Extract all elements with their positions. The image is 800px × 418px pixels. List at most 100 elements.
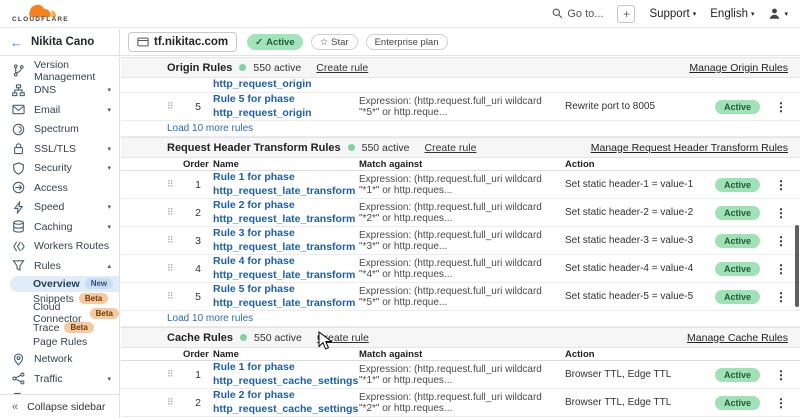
rule-action: Browser TTL, Edge TTL <box>565 397 697 408</box>
drag-handle-icon[interactable]: ⠿ <box>167 102 183 111</box>
rule-name-link[interactable]: Rule 4 for phase http_request_late_trans… <box>213 255 359 281</box>
drag-handle-icon[interactable]: ⠿ <box>167 398 183 407</box>
rule-match: Expression: (http.request.full_uri wildc… <box>359 230 565 252</box>
rule-match: Expression: (http.request.full_uri wildc… <box>359 258 565 280</box>
sidebar-item-access[interactable]: Access <box>0 178 119 198</box>
kebab-menu-icon[interactable]: ⋮ <box>770 234 792 248</box>
sidebar-item-label: Rules <box>34 260 61 272</box>
table-row: ⠿ 5 Rule 5 for phase http_request_origin… <box>121 93 800 121</box>
rule-order: 1 <box>183 369 213 381</box>
new-badge: New <box>85 278 113 289</box>
sidebar-item-page-rules[interactable]: Page Rules <box>0 335 119 350</box>
manage-cache-rules-link[interactable]: Manage Cache Rules <box>687 332 788 344</box>
table-row: ⠿ 2 Rule 2 for phase http_request_cache_… <box>121 389 800 417</box>
sidebar-item-spectrum[interactable]: Spectrum <box>0 120 119 140</box>
rule-name-line2: http_request_late_transform <box>213 269 359 282</box>
sidebar-item-rules[interactable]: Rules ▴ <box>0 256 119 276</box>
kebab-menu-icon[interactable]: ⋮ <box>770 178 792 192</box>
create-rule-link[interactable]: Create rule <box>317 332 369 344</box>
plan-label: Enterprise plan <box>375 37 439 48</box>
sidebar-item-cloud-connector[interactable]: Cloud Connector Beta <box>0 306 119 321</box>
column-match-against: Match against <box>359 349 565 360</box>
rule-name-line2: http_request_late_transform <box>213 241 359 254</box>
clipped-rule-row[interactable]: http_request_origin <box>121 78 800 93</box>
kebab-menu-icon[interactable]: ⋮ <box>770 262 792 276</box>
drag-handle-icon[interactable]: ⠿ <box>167 180 183 189</box>
chevron-down-icon: ▾ <box>107 203 111 211</box>
goto-search[interactable]: Go to... <box>552 8 603 20</box>
sidebar-item-label: Speed <box>34 201 64 213</box>
sidebar-item-workers-routes[interactable]: Workers Routes <box>0 237 119 257</box>
domain-status-badge: ✓ Active <box>247 34 302 50</box>
sidebar-item-ssl-tls[interactable]: SSL/TLS ▾ <box>0 139 119 159</box>
load-more-link[interactable]: Load 10 more rules <box>121 311 800 327</box>
rule-name-link[interactable]: Rule 3 for phase http_request_late_trans… <box>213 227 359 253</box>
rule-name-line2: http_request_cache_settings <box>213 375 359 388</box>
rule-name-line1: Rule 5 for phase <box>213 93 359 106</box>
rule-name-link[interactable]: Rule 5 for phase http_request_late_trans… <box>213 283 359 309</box>
table-row: ⠿ 1 Rule 1 for phase http_request_late_t… <box>121 171 800 199</box>
sidebar-item-label: Page Rules <box>33 336 87 348</box>
rule-name-line2: http_request_origin <box>213 107 359 120</box>
rule-name-link[interactable]: Rule 5 for phase http_request_origin <box>213 93 359 119</box>
kebab-menu-icon[interactable]: ⋮ <box>770 396 792 410</box>
drag-handle-icon[interactable]: ⠿ <box>167 264 183 273</box>
sidebar-item-label: SSL/TLS <box>34 143 76 155</box>
rule-order: 1 <box>183 179 213 191</box>
chevron-down-icon: ▾ <box>107 145 111 153</box>
vertical-scrollbar[interactable] <box>795 225 799 307</box>
create-rule-link[interactable]: Create rule <box>425 142 477 154</box>
rule-name-link[interactable]: Rule 2 for phase http_request_late_trans… <box>213 199 359 225</box>
sidebar-item-dns[interactable]: DNS ▾ <box>0 81 119 101</box>
drag-handle-icon[interactable]: ⠿ <box>167 208 183 217</box>
rule-name-link[interactable]: Rule 2 for phase http_request_cache_sett… <box>213 389 359 415</box>
chevron-up-icon: ▴ <box>107 262 111 270</box>
manage-request-header-transform-rules-link[interactable]: Manage Request Header Transform Rules <box>591 142 788 154</box>
rule-name-link[interactable]: http_request_origin <box>213 78 312 90</box>
collapse-sidebar-button[interactable]: « Collapse sidebar <box>0 394 119 418</box>
domain-selector[interactable]: tf.nikitac.com <box>128 32 237 52</box>
create-rule-link[interactable]: Create rule <box>316 62 368 74</box>
search-icon <box>552 8 563 19</box>
sidebar-item-security[interactable]: Security ▾ <box>0 159 119 179</box>
user-icon <box>768 7 781 20</box>
sidebar-item-email[interactable]: Email ▾ <box>0 100 119 120</box>
spectrum-icon <box>12 123 25 136</box>
support-menu[interactable]: Support ▾ <box>649 8 696 20</box>
kebab-menu-icon[interactable]: ⋮ <box>770 368 792 382</box>
sidebar-item-network[interactable]: Network <box>0 350 119 370</box>
load-more-link[interactable]: Load 10 more rules <box>121 121 800 137</box>
language-menu[interactable]: English ▾ <box>710 8 754 20</box>
support-label: Support <box>649 8 689 20</box>
status-badge: Active <box>715 100 760 114</box>
rule-name-link[interactable]: Rule 1 for phase http_request_cache_sett… <box>213 361 359 387</box>
rule-match: Expression: (http.request.full_uri wildc… <box>359 364 565 386</box>
add-button[interactable]: + <box>617 5 635 23</box>
rule-name-link[interactable]: Rule 1 for phase http_request_late_trans… <box>213 171 359 197</box>
section-title: Request Header Transform Rules <box>167 142 341 154</box>
language-label: English <box>710 8 748 20</box>
sidebar-item-caching[interactable]: Caching ▾ <box>0 217 119 237</box>
kebab-menu-icon[interactable]: ⋮ <box>770 100 792 114</box>
collapse-label: Collapse sidebar <box>27 401 105 413</box>
kebab-menu-icon[interactable]: ⋮ <box>770 206 792 220</box>
chevron-down-icon: ▾ <box>107 106 111 114</box>
column-order: Order <box>183 349 213 360</box>
sidebar-item-traffic[interactable]: Traffic ▾ <box>0 369 119 389</box>
drag-handle-icon[interactable]: ⠿ <box>167 236 183 245</box>
sidebar-item-version-management[interactable]: Version Management <box>0 61 119 81</box>
sidebar-item-overview[interactable]: Overview New <box>10 276 119 292</box>
cloudflare-logo[interactable]: CLOUDFLARE <box>12 4 69 24</box>
back-arrow-icon[interactable]: ← <box>10 35 23 50</box>
kebab-menu-icon[interactable]: ⋮ <box>770 290 792 304</box>
star-button[interactable]: ☆ Star <box>311 34 358 50</box>
user-menu[interactable]: ▾ <box>768 7 788 20</box>
table-row: ⠿ 3 Rule 3 for phase http_request_late_t… <box>121 227 800 255</box>
status-badge: Active <box>715 234 760 248</box>
manage-origin-rules-link[interactable]: Manage Origin Rules <box>689 62 788 74</box>
drag-handle-icon[interactable]: ⠿ <box>167 370 183 379</box>
chevron-down-icon: ▾ <box>751 10 755 18</box>
status-badge: Active <box>715 206 760 220</box>
drag-handle-icon[interactable]: ⠿ <box>167 292 183 301</box>
sidebar-item-speed[interactable]: Speed ▾ <box>0 198 119 218</box>
